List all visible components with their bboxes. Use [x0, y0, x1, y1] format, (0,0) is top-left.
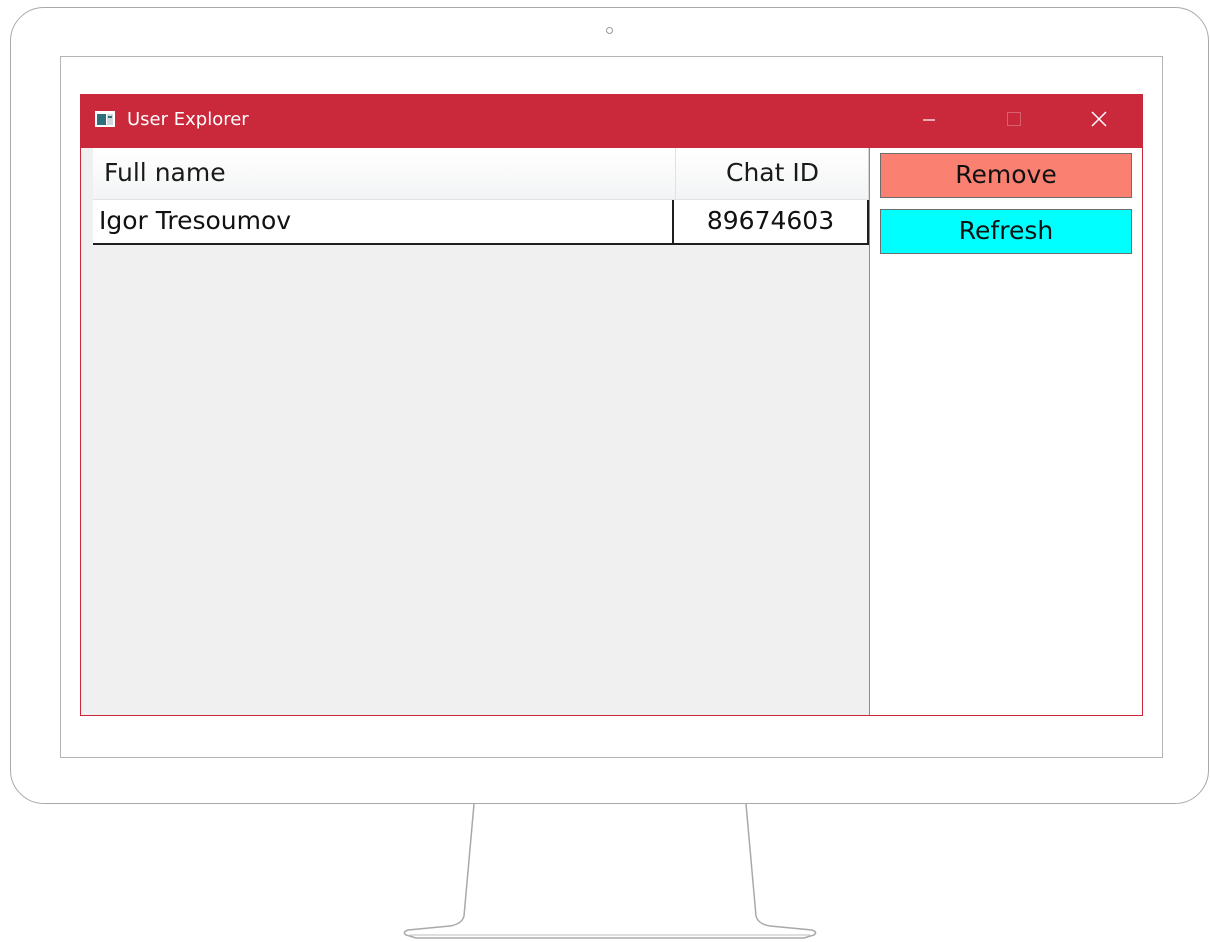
column-header-label: Full name — [104, 158, 226, 187]
column-header-chat-id[interactable]: Chat ID — [676, 148, 869, 199]
monitor-stand — [403, 804, 817, 939]
column-header-full-name[interactable]: Full name — [93, 148, 676, 199]
close-button[interactable] — [1076, 94, 1122, 148]
users-grid[interactable]: Full name Chat ID Igor Tresoumov 8967460… — [81, 148, 870, 715]
remove-button[interactable]: Remove — [880, 153, 1132, 198]
cell-chat-id-text: 89674603 — [706, 206, 835, 235]
maximize-button[interactable] — [991, 94, 1037, 148]
title-bar[interactable]: User Explorer — [81, 94, 1143, 148]
cell-full-name-text: Igor Tresoumov — [99, 206, 292, 235]
refresh-button[interactable]: Refresh — [880, 209, 1132, 254]
column-header-label: Chat ID — [726, 158, 819, 187]
table-row[interactable]: Igor Tresoumov 89674603 — [93, 200, 869, 245]
window-title: User Explorer — [127, 109, 249, 130]
monitor-camera — [606, 27, 613, 34]
minimize-button[interactable] — [906, 94, 952, 148]
cell-full-name[interactable]: Igor Tresoumov — [93, 200, 674, 243]
minimize-icon — [922, 112, 936, 131]
window-app-icon — [95, 111, 115, 127]
maximize-icon — [1006, 111, 1022, 131]
actions-panel: Remove Refresh — [870, 148, 1142, 715]
cell-chat-id[interactable]: 89674603 — [674, 200, 869, 243]
app-window: User Explorer Full name Chat ID Igor Tre… — [80, 94, 1143, 716]
close-icon — [1091, 111, 1107, 131]
grid-header: Full name Chat ID — [93, 148, 869, 200]
